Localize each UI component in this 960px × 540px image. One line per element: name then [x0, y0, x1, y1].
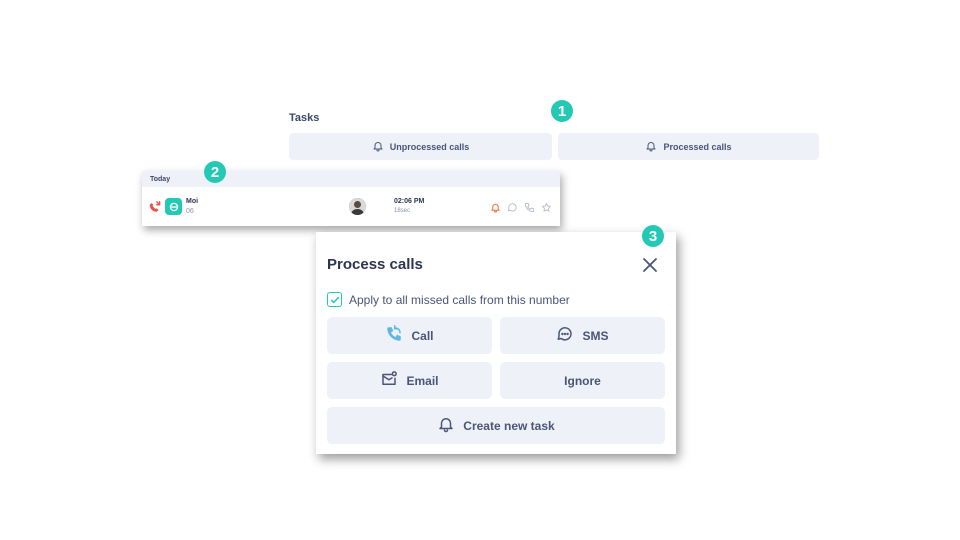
create-new-task-label: Create new task	[463, 418, 555, 433]
process-calls-modal: Process calls Apply to all missed calls …	[316, 232, 676, 454]
ignore-button-label: Ignore	[564, 373, 601, 388]
missed-call-icon	[148, 200, 162, 213]
modal-title: Process calls	[327, 256, 423, 273]
unprocessed-calls-label: Unprocessed calls	[389, 141, 470, 152]
bell-icon	[437, 415, 455, 436]
bell-icon	[372, 140, 384, 154]
sms-button-label: SMS	[582, 328, 609, 343]
step-badge-2: 2	[204, 161, 226, 183]
bell-icon	[645, 140, 657, 154]
row-actions	[490, 200, 552, 218]
chat-icon[interactable]	[507, 200, 518, 218]
step-badge-3: 3	[642, 225, 664, 247]
processed-calls-label: Processed calls	[663, 141, 732, 152]
avatar	[349, 198, 366, 215]
bell-icon[interactable]	[490, 200, 501, 218]
ignore-button[interactable]: Ignore	[500, 362, 665, 399]
call-duration: 18sec	[394, 208, 411, 214]
call-back-icon	[385, 325, 403, 346]
app-logo-icon	[165, 198, 182, 215]
phone-icon[interactable]	[524, 200, 535, 218]
call-time: 02:06 PM	[394, 198, 425, 205]
call-row[interactable]: Moi 06 02:06 PM 18sec	[142, 187, 560, 226]
contact-number: 06	[186, 208, 194, 215]
call-button-label: Call	[411, 328, 434, 343]
processed-calls-button[interactable]: Processed calls	[558, 133, 819, 160]
close-icon[interactable]	[641, 256, 659, 274]
sms-icon	[556, 325, 574, 346]
apply-all-label: Apply to all missed calls from this numb…	[349, 292, 570, 307]
unprocessed-calls-button[interactable]: Unprocessed calls	[289, 133, 552, 160]
email-button-label: Email	[406, 373, 439, 388]
email-icon	[380, 370, 398, 391]
call-button[interactable]: Call	[327, 317, 492, 354]
tasks-title: Tasks	[289, 112, 320, 124]
contact-name: Moi	[186, 198, 199, 205]
email-button[interactable]: Email	[327, 362, 492, 399]
star-icon[interactable]	[541, 200, 552, 218]
create-new-task-button[interactable]: Create new task	[327, 407, 665, 444]
apply-all-row[interactable]: Apply to all missed calls from this numb…	[327, 292, 570, 307]
apply-all-checkbox[interactable]	[327, 292, 342, 307]
sms-button[interactable]: SMS	[500, 317, 665, 354]
call-list-card: Today Moi 06 02:06 PM 18sec	[142, 171, 560, 226]
step-badge-1: 1	[551, 100, 573, 122]
